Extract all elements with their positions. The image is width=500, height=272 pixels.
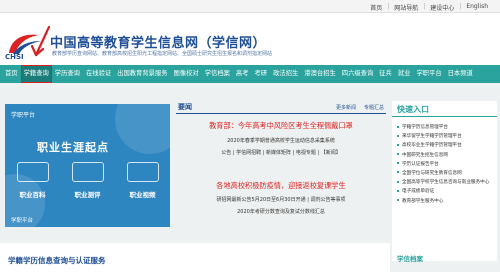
nav-item-archive[interactable]: 学信档案 xyxy=(202,65,233,83)
logo-text: CHSI xyxy=(5,53,24,61)
quick-link[interactable]: 高校毕业生学籍学历管理平台 xyxy=(397,141,489,150)
assessment-icon[interactable] xyxy=(71,162,104,182)
separator: | xyxy=(423,3,426,10)
nav-item-japan[interactable]: 日本频道 xyxy=(445,65,476,83)
quick-links-panel: 快速入口 学籍学历信息管理平台 来华留学生学籍学历管理平台 高校毕业生学籍学历管… xyxy=(392,101,497,261)
bullet-icon xyxy=(397,189,399,192)
nav-item-career[interactable]: 学职平台 xyxy=(413,65,444,83)
nav-item-student-status[interactable]: 学籍查询 xyxy=(20,65,52,83)
top-link-sitemap[interactable]: 网站导航 xyxy=(394,3,418,12)
quick-link-label: 学历认证报告平台 xyxy=(402,161,439,167)
more-news-link[interactable]: 更多新闻 xyxy=(336,104,356,111)
quick-link-label: 中国研究生招生信息网 xyxy=(402,152,448,158)
news-section: 要闻 更多新闻 专题汇总 教育部：今年高考中风险区考生全程佩戴口罩 2020年春… xyxy=(176,101,386,241)
quick-link[interactable]: 学籍学历信息管理平台 xyxy=(397,123,489,132)
nav-item-home[interactable]: 首页 xyxy=(2,65,21,83)
nav-item-verify[interactable]: 在线验证 xyxy=(83,65,114,83)
archive-section-title: 学信档案 xyxy=(397,255,423,263)
top-link-english[interactable]: English xyxy=(466,3,488,12)
decoration xyxy=(115,104,170,154)
bottom-section-title: 学籍学历信息查询与认证服务 xyxy=(8,256,106,265)
separator: | xyxy=(459,3,462,10)
site-header: CHSI 中国高等教育学生信息网（学信网） 教育部学历查询网站、教育部高校招生阳… xyxy=(0,13,500,65)
separator: | xyxy=(387,3,390,10)
nav-item-photo[interactable]: 图像校对 xyxy=(171,65,202,83)
news-header: 要闻 更多新闻 专题汇总 xyxy=(176,101,386,114)
news-title: 要闻 xyxy=(178,103,192,111)
banner-labels: 职业百科 职业测评 职业视频 xyxy=(5,189,170,199)
nav-item-army[interactable]: 征兵 xyxy=(376,65,395,83)
news-line-4[interactable]: 2020年考研分数查询及复试分数线汇总 xyxy=(176,208,386,215)
quick-links-header: 快速入口 xyxy=(392,101,497,117)
nav-item-cet[interactable]: 四六级查询 xyxy=(339,65,376,83)
quick-link-label: 全国学位与研究生教育信息网 xyxy=(402,170,462,176)
topics-link[interactable]: 专题汇总 xyxy=(364,104,384,111)
quick-link-label: 全国高等学校学生信息咨询与就业服务中心 xyxy=(402,180,490,186)
site-title: 中国高等教育学生信息网（学信网） xyxy=(50,36,267,51)
bullet-icon xyxy=(397,199,399,201)
headline-2[interactable]: 各地高校积极防疫情，迎接返校复课学生 xyxy=(176,181,386,191)
bullet-icon xyxy=(397,171,399,174)
news-line-1[interactable]: 2020年春季学期普通高校学生运动信息采集系统 xyxy=(176,137,386,144)
nav-item-job[interactable]: 就业 xyxy=(395,65,414,83)
nav-item-hmt[interactable]: 港澳台招生 xyxy=(301,65,338,83)
nav-item-law[interactable]: 政法招生 xyxy=(270,65,301,83)
bullet-icon xyxy=(397,125,399,128)
main-nav: 首页 学籍查询 学历查询 在线验证 出国教育背景服务 图像校对 学信档案 高考 … xyxy=(0,65,500,83)
news-line-3[interactable]: 研招网最新公告5月20日至6月30日开通 | 调剂公告等事项 xyxy=(176,196,386,203)
quick-link-label: 高校毕业生学籍学历管理平台 xyxy=(402,143,462,149)
nav-item-gaokao[interactable]: 高考 xyxy=(233,65,252,83)
bottom-section: 学籍学历信息查询与认证服务 xyxy=(0,243,390,272)
quick-link[interactable]: 中国研究生招生信息网 xyxy=(397,151,489,160)
bullet-icon xyxy=(397,180,399,183)
bullet-icon xyxy=(397,143,399,146)
top-bar: 首页 | 网站导航 | 建设中心 | English xyxy=(0,0,500,13)
red-arrow-annotation-icon xyxy=(30,25,51,57)
banner-icons xyxy=(5,162,170,182)
career-platform-banner[interactable]: 学职平台 职业生涯起点 职业百科 职业测评 职业视频 学职平台 xyxy=(5,104,170,227)
quick-link-label: 来华留学生学籍学历管理平台 xyxy=(402,134,462,140)
encyclopedia-icon[interactable] xyxy=(16,162,49,182)
top-links: 首页 | 网站导航 | 建设中心 | English xyxy=(370,3,488,12)
quick-link-label: 电子成绩单验证 xyxy=(402,189,435,195)
nav-item-degree[interactable]: 学历查询 xyxy=(52,65,83,83)
quick-link[interactable]: 教育部学生服务中心 xyxy=(397,197,489,206)
quick-link[interactable]: 电子成绩单验证 xyxy=(397,187,489,196)
quick-links-title: 快速入口 xyxy=(397,105,429,114)
headline-1[interactable]: 教育部：今年高考中风险区考生全程佩戴口罩 xyxy=(176,121,386,131)
news-line-2[interactable]: 公告 | 学信网招聘 | 新媒体矩阵 | 电视专题 | 【新闻】 xyxy=(176,149,386,156)
quick-link[interactable]: 全国学位与研究生教育信息网 xyxy=(397,169,489,178)
bullet-icon xyxy=(397,162,399,165)
bullet-icon xyxy=(397,134,399,137)
nav-item-kaoyan[interactable]: 考研 xyxy=(252,65,271,83)
top-link-center[interactable]: 建设中心 xyxy=(430,3,454,12)
banner-footer: 学职平台 xyxy=(11,218,34,224)
bullet-icon xyxy=(397,153,399,156)
video-icon[interactable] xyxy=(126,162,159,182)
quick-links-list: 学籍学历信息管理平台 来华留学生学籍学历管理平台 高校毕业生学籍学历管理平台 中… xyxy=(397,123,489,206)
banner-item-encyclopedia[interactable]: 职业百科 xyxy=(20,189,46,199)
banner-header: 学职平台 xyxy=(11,112,36,119)
top-link-home[interactable]: 首页 xyxy=(370,3,382,12)
quick-link-label: 学籍学历信息管理平台 xyxy=(402,125,448,130)
quick-link[interactable]: 全国高等学校学生信息咨询与就业服务中心 xyxy=(397,178,489,187)
site-subtitle: 教育部学历查询网站、教育部高校招生阳光工程指定网站、全国硕士研究生招生报名和调剂… xyxy=(52,51,273,57)
quick-link-label: 教育部学生服务中心 xyxy=(402,198,444,204)
banner-title: 职业生涯起点 xyxy=(37,141,109,154)
quick-link[interactable]: 学历认证报告平台 xyxy=(397,160,489,169)
banner-item-video[interactable]: 职业视频 xyxy=(130,189,156,199)
quick-link[interactable]: 来华留学生学籍学历管理平台 xyxy=(397,132,489,141)
nav-item-abroad[interactable]: 出国教育背景服务 xyxy=(114,65,170,83)
banner-item-assessment[interactable]: 职业测评 xyxy=(75,189,101,199)
